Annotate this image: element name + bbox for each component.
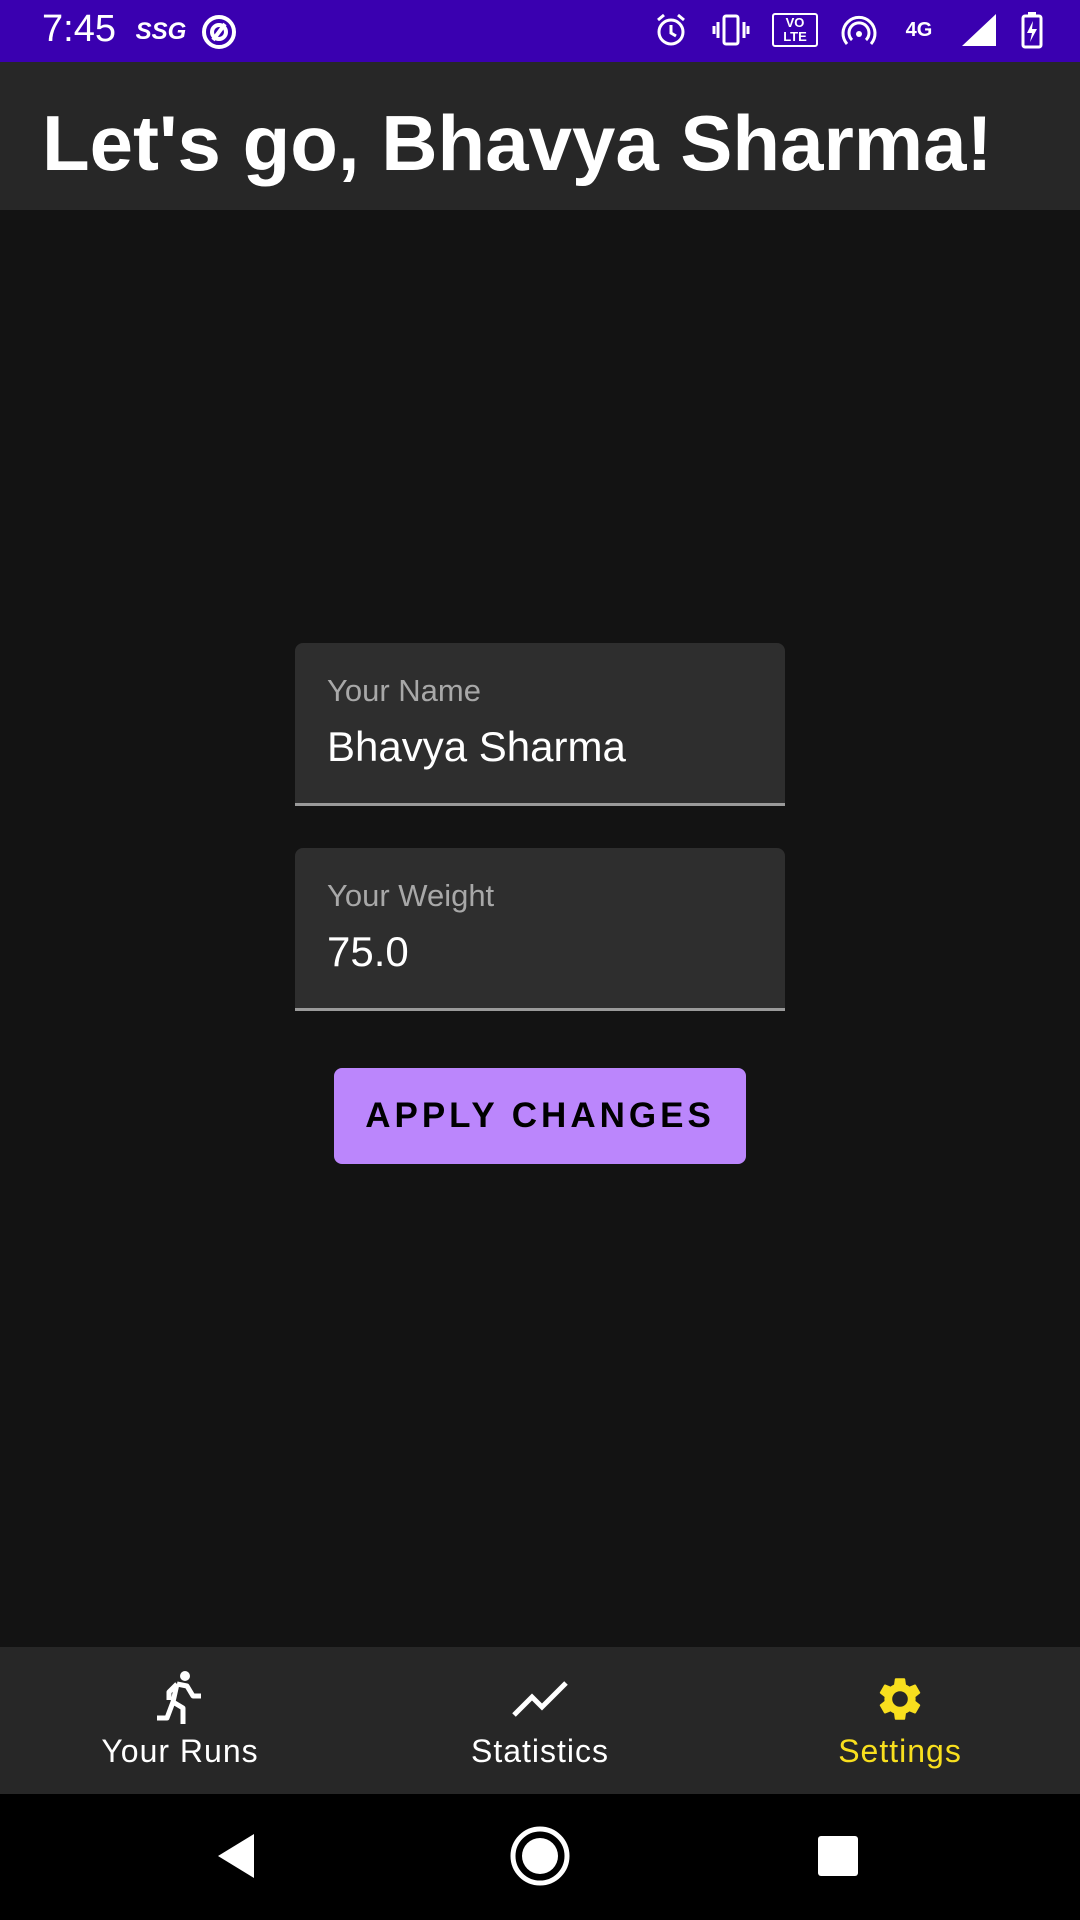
bottom-navigation: Your Runs Statistics Settings [0, 1647, 1080, 1794]
apply-changes-button[interactable]: APPLY CHANGES [334, 1068, 746, 1164]
status-time: 7:45 [42, 8, 116, 50]
name-input[interactable]: Bhavya Sharma [327, 723, 757, 771]
signal-icon [960, 10, 998, 50]
gear-icon [872, 1671, 928, 1727]
runner-icon [152, 1671, 208, 1727]
status-bar: 7:45 SSG VO LTE 4G [0, 0, 1080, 62]
weight-label: Your Weight [327, 878, 495, 913]
nav-item-statistics[interactable]: Statistics [360, 1647, 720, 1794]
ssg-icon: SSG [135, 18, 187, 45]
battery-charging-icon [1020, 10, 1044, 50]
back-icon[interactable] [204, 1824, 268, 1888]
page-title: Let's go, Bhavya Sharma! [42, 99, 993, 187]
name-field[interactable]: Your Name Bhavya Sharma [295, 643, 785, 806]
nav-label-your-runs: Your Runs [101, 1733, 259, 1769]
nav-item-your-runs[interactable]: Your Runs [0, 1647, 360, 1794]
hotspot-icon [840, 10, 878, 50]
trending-line-icon [512, 1671, 568, 1727]
name-label: Your Name [327, 673, 481, 708]
volte-icon: VO LTE [772, 10, 818, 50]
alarm-icon [652, 10, 690, 50]
4g-icon: 4G [905, 19, 933, 41]
vibrate-icon [712, 10, 750, 50]
system-navigation-bar [0, 1794, 1080, 1920]
weight-input[interactable]: 75.0 [327, 928, 757, 976]
nav-label-statistics: Statistics [470, 1733, 610, 1769]
app-bar: Let's go, Bhavya Sharma! [0, 62, 1080, 210]
ring-icon [200, 12, 238, 52]
nav-item-settings[interactable]: Settings [720, 1647, 1080, 1794]
home-icon[interactable] [508, 1824, 572, 1888]
recents-icon[interactable] [806, 1824, 870, 1888]
weight-field[interactable]: Your Weight 75.0 [295, 848, 785, 1011]
nav-label-settings: Settings [838, 1733, 962, 1769]
